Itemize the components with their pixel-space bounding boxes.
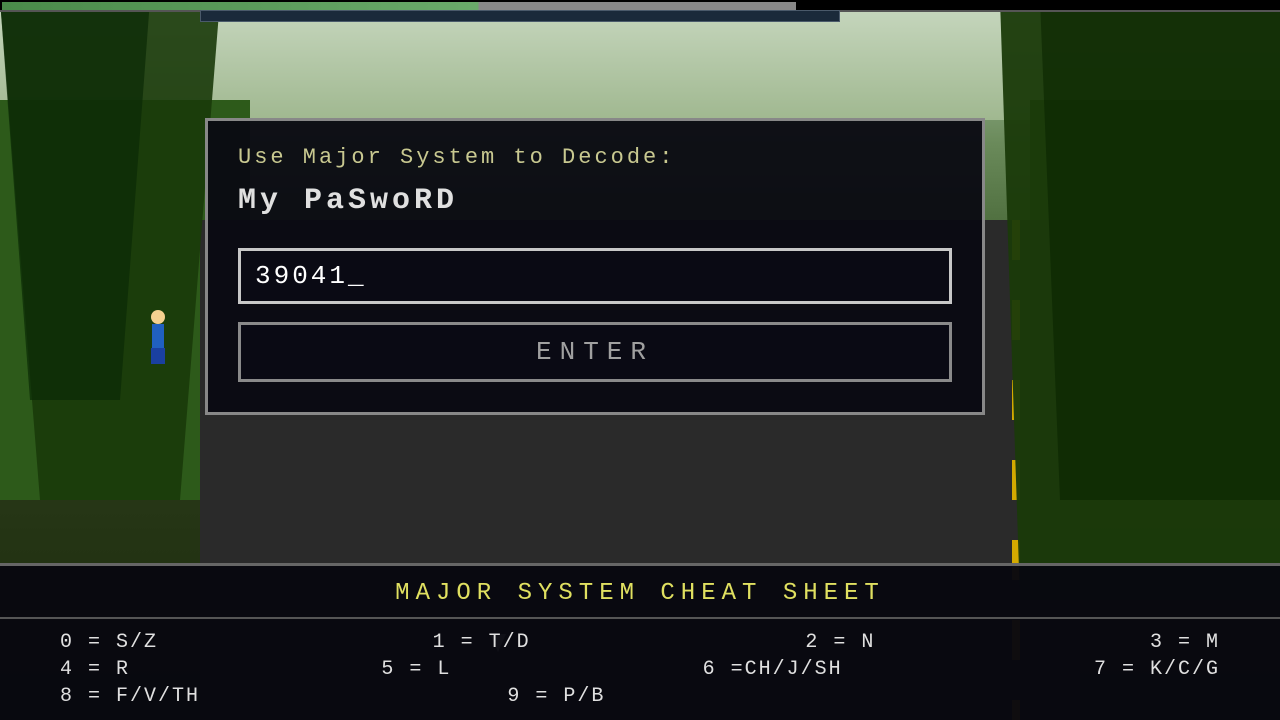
cheat-item-7: 7 = K/C/G — [1094, 658, 1220, 681]
cheat-sheet-content: 0 = S/Z 1 = T/D 2 = N 3 = M 4 = R 5 = L … — [0, 619, 1280, 720]
trees-left — [0, 0, 220, 500]
char-head — [151, 310, 165, 324]
cheat-sheet: MAJOR SYSTEM CHEAT SHEET 0 = S/Z 1 = T/D… — [0, 563, 1280, 720]
cheat-item-3: 3 = M — [1150, 631, 1220, 654]
dialog-box: Use Major System to Decode: My PaSwoRD E… — [205, 118, 985, 415]
cheat-item-5: 5 = L — [381, 658, 451, 681]
char-legs — [151, 348, 165, 364]
dialog-password: My PaSwoRD — [238, 184, 952, 218]
answer-input[interactable] — [238, 248, 952, 304]
cheat-item-6: 6 =CH/J/SH — [703, 658, 843, 681]
character — [148, 310, 168, 370]
top-banner — [200, 10, 840, 22]
trees-right — [1000, 0, 1280, 600]
cheat-item-4: 4 = R — [60, 658, 130, 681]
progress-bar — [2, 2, 796, 10]
cheat-item-1: 1 = T/D — [433, 631, 531, 654]
cheat-item-0: 0 = S/Z — [60, 631, 158, 654]
cheat-row-3: 8 = F/V/TH 9 = P/B — [60, 685, 1220, 708]
cheat-row-2: 4 = R 5 = L 6 =CH/J/SH 7 = K/C/G — [60, 658, 1220, 681]
cheat-row-1: 0 = S/Z 1 = T/D 2 = N 3 = M — [60, 631, 1220, 654]
cheat-item-8: 8 = F/V/TH — [60, 685, 200, 708]
enter-button[interactable]: ENTER — [238, 322, 952, 382]
cheat-sheet-title: MAJOR SYSTEM CHEAT SHEET — [0, 566, 1280, 619]
cheat-item-2: 2 = N — [805, 631, 875, 654]
cheat-item-9: 9 = P/B — [507, 685, 605, 708]
dialog-instruction: Use Major System to Decode: — [238, 145, 952, 170]
char-body — [152, 324, 164, 348]
